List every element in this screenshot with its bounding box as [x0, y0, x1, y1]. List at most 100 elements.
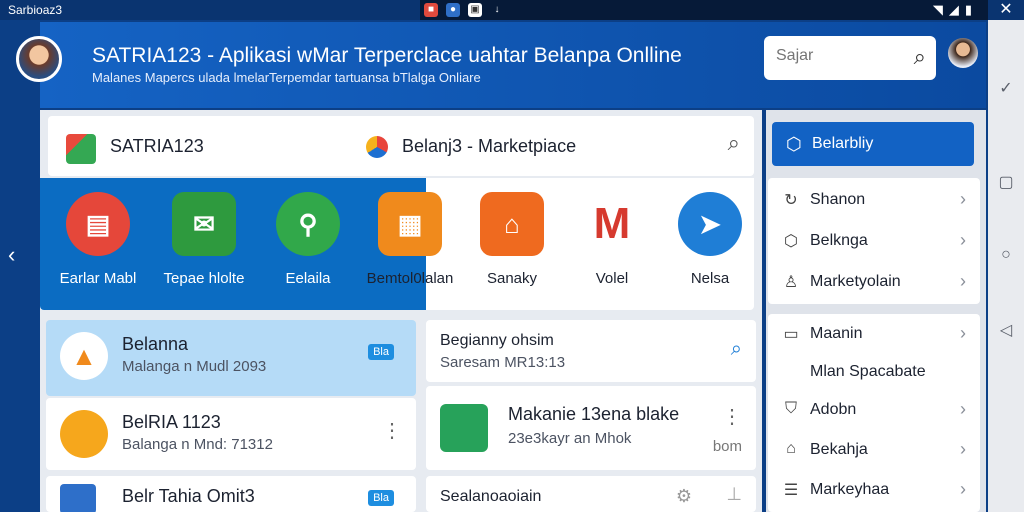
chevron-right-icon: ›	[960, 189, 966, 209]
app-shortcuts: ▤ Earlar Mabl ✉ Tepae hlolte ⚲ Eelaila ▦…	[40, 178, 754, 310]
menu-item-label: Bekahja	[810, 441, 868, 458]
app-label: Eelaila	[285, 270, 331, 287]
shopping-bag-icon: ▦	[378, 192, 442, 256]
list-item[interactable]: Begianny ohsim Saresam MR13:13 ⌕	[426, 320, 756, 382]
list-item-subtitle: Saresam MR13:13	[440, 354, 566, 371]
shield-icon: ⛉	[784, 400, 797, 417]
list-item-title: Makanie 13ena blake	[508, 404, 680, 424]
menu-group-1: ↻ Shanon › ⬡ Belknga › ♙ Marketyolain ›	[768, 178, 980, 304]
chevron-right-icon: ›	[960, 230, 966, 250]
battery-icon: ▮	[964, 2, 978, 17]
store-name: SATRIA123	[110, 136, 204, 156]
search-icon[interactable]: ⌕	[914, 44, 926, 70]
avatar-icon	[60, 410, 108, 458]
menu-item-belknga[interactable]: ⬡ Belknga ›	[768, 221, 980, 261]
page-subtitle: Malanes Mapercs ulada lmelarTerpemdar ta…	[92, 70, 481, 85]
cone-icon: ▲	[60, 332, 108, 380]
search-box[interactable]: ⌕	[764, 36, 936, 80]
menu-item-label: Shanon	[810, 191, 866, 208]
system-icons: ◥◢▮	[933, 2, 978, 18]
list-item-extra: bom	[712, 438, 742, 455]
app-icon-blue: ●	[446, 3, 460, 17]
back-icon[interactable]: ◁	[988, 320, 1024, 340]
menu-item-shanon[interactable]: ↻ Shanon ›	[768, 180, 980, 220]
box-icon: ⬡	[784, 233, 798, 250]
shield-icon: ⬡	[786, 134, 802, 154]
list-item-title: Sealanoaoiain	[440, 488, 542, 505]
page-title: SATRIA123 - Aplikasi wMar Terperclace ua…	[92, 44, 682, 67]
app-shortcut-3[interactable]: ▦ Bemtol0lalan	[360, 192, 460, 287]
list-item-subtitle: Balanga n Mnd: 71312	[122, 436, 273, 453]
shop-icon: ⌂	[480, 192, 544, 256]
menu-item-adobn[interactable]: ⛉ Adobn ›	[768, 390, 980, 430]
app-shortcut-2[interactable]: ⚲ Eelaila	[258, 192, 358, 287]
app-shortcut-6[interactable]: ➤ Nelsa	[660, 192, 754, 287]
envelope-icon: ✉	[172, 192, 236, 256]
app-shortcut-0[interactable]: ▤ Earlar Mabl	[48, 192, 148, 287]
home-icon[interactable]: ○	[988, 246, 1024, 264]
search-icon[interactable]: ⌕	[731, 338, 742, 361]
more-vert-icon[interactable]: ⋮	[722, 404, 742, 429]
menu-item-marketyolain[interactable]: ♙ Marketyolain ›	[768, 262, 980, 302]
app-icon-image: ▣	[468, 3, 482, 17]
store-logo-icon	[66, 134, 96, 164]
chevron-right-icon: ›	[960, 271, 966, 291]
primary-button[interactable]: ⬡ Belarbliy	[772, 122, 974, 166]
menu-item-markeyhaa[interactable]: ☰ Markeyhaa ›	[768, 470, 980, 510]
recents-icon[interactable]: ▢	[988, 172, 1024, 192]
marketplace-logo-icon	[366, 136, 388, 158]
settings-icon[interactable]: ⚙	[676, 486, 692, 507]
person-icon	[440, 404, 488, 452]
list-item[interactable]: BelRIA 1123 Balanga n Mnd: 71312 ⋮	[46, 398, 416, 470]
close-icon[interactable]: ✕	[988, 0, 1024, 20]
list-item[interactable]: Belr Tahia Omit3 Bla	[46, 476, 416, 512]
search-icon[interactable]: ⌕	[728, 130, 740, 156]
store-icon: ⌂	[786, 440, 796, 457]
right-panel: ⬡ Belarbliy ↻ Shanon › ⬡ Belknga › ♙ Mar…	[766, 110, 986, 512]
list-item-title: BelRIA 1123	[122, 412, 221, 432]
menu-item-label: Mlan Spacabate	[810, 363, 926, 380]
more-vert-icon[interactable]: ⋮	[382, 418, 402, 443]
menu-item-mlan-spacabate[interactable]: Mlan Spacabate	[768, 352, 980, 392]
app-shortcut-5[interactable]: M Volel	[562, 192, 662, 287]
menu-item-maanin[interactable]: ▭ Maanin ›	[768, 314, 980, 354]
check-icon[interactable]: ✓	[988, 78, 1024, 98]
main-content: SATRIA123 Belanj3 - Marketpiace ⌕ ▤ Earl…	[40, 110, 762, 512]
menu-item-label: Belknga	[810, 232, 868, 249]
menu-item-label: Markeyhaa	[810, 481, 890, 498]
app-label: Nelsa	[690, 270, 730, 287]
list-item[interactable]: Sealanoaoiain ⚙ ⊥	[426, 476, 756, 512]
status-badge: Bla	[368, 490, 394, 506]
search-input[interactable]	[776, 47, 896, 65]
notification-area: ■ ● ▣ ↓	[420, 0, 988, 20]
send-icon: ➤	[678, 192, 742, 256]
app-icon-red: ■	[424, 3, 438, 17]
user-avatar[interactable]	[948, 38, 978, 68]
status-bar: Sarbioaz3 ■ ● ▣ ↓ ◥◢▮	[0, 0, 1024, 20]
menu-group-2: ▭ Maanin › Mlan Spacabate ⛉ Adobn › ⌂ Be…	[768, 314, 980, 512]
app-label: Tepae hlolte	[163, 270, 245, 287]
app-header: SATRIA123 - Aplikasi wMar Terperclace ua…	[16, 22, 986, 108]
chevron-left-icon[interactable]: ‹	[8, 242, 15, 268]
chevron-right-icon: ›	[960, 399, 966, 419]
chevron-right-icon: ›	[960, 479, 966, 499]
app-label: Sanaky	[486, 270, 538, 287]
list-icon: ☰	[783, 482, 799, 499]
menu-item-bekahja[interactable]: ⌂ Bekahja ›	[768, 430, 980, 470]
document-icon	[60, 484, 96, 512]
wifi-icon: ◥	[932, 2, 949, 17]
status-badge: Bla	[368, 344, 394, 360]
status-bar-text: Sarbioaz3	[8, 3, 63, 17]
folder-icon: ▭	[783, 326, 799, 343]
profile-avatar[interactable]	[16, 36, 62, 82]
app-shortcut-1[interactable]: ✉ Tepae hlolte	[154, 192, 254, 287]
pin-icon[interactable]: ⊥	[726, 484, 742, 505]
store-icon: ▤	[66, 192, 130, 256]
signal-icon: ◢	[948, 2, 965, 17]
app-shortcut-4[interactable]: ⌂ Sanaky	[462, 192, 562, 287]
chevron-right-icon: ›	[960, 323, 966, 343]
list-item[interactable]: Makanie 13ena blake 23e3kayr an Mhok ⋮ b…	[426, 386, 756, 470]
user-icon: ♙	[783, 274, 799, 291]
list-item[interactable]: ▲ Belanna Malanga n Mudl 2093 Bla	[46, 320, 416, 396]
menu-item-label: Marketyolain	[810, 273, 901, 290]
